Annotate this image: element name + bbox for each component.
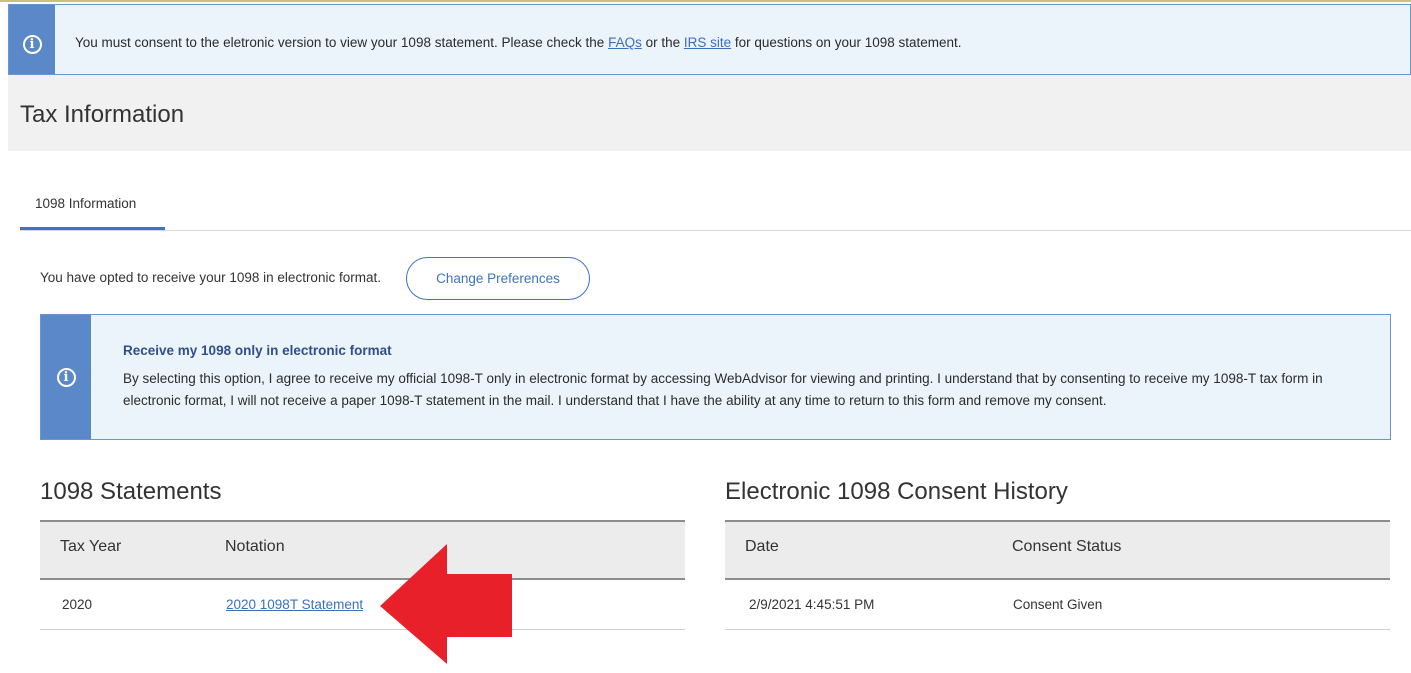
alert-message: You must consent to the eletronic versio… — [75, 35, 962, 50]
column-header-notation: Notation — [225, 538, 285, 555]
preference-status-text: You have opted to receive your 1098 in e… — [40, 270, 381, 285]
info-circle-icon: i — [22, 35, 42, 54]
statement-2020-link[interactable]: 2020 1098T Statement — [226, 597, 363, 612]
info-box-icon-bar: i — [41, 315, 91, 439]
top-border — [0, 0, 1411, 2]
consent-alert: i You must consent to the eletronic vers… — [8, 4, 1411, 75]
page-header: Tax Information — [8, 75, 1411, 151]
info-box-body: By selecting this option, I agree to rec… — [123, 371, 1323, 408]
alert-text-end: for questions on your 1098 statement. — [731, 35, 962, 50]
table-row: 2020 2020 1098T Statement — [40, 580, 685, 630]
page-title: Tax Information — [20, 101, 185, 128]
column-header-tax-year: Tax Year — [60, 538, 122, 555]
alert-text: You must consent to the eletronic versio… — [75, 35, 609, 50]
electronic-format-info-box: i Receive my 1098 only in electronic for… — [40, 314, 1391, 440]
info-circle-icon: i — [56, 367, 76, 387]
statements-table-header: Tax Year Notation — [40, 520, 685, 580]
consent-status-cell: Consent Given — [1013, 597, 1103, 612]
info-box-heading: Receive my 1098 only in electronic forma… — [123, 343, 392, 358]
tab-1098-information[interactable]: 1098 Information — [20, 186, 165, 230]
faqs-link[interactable]: FAQs — [608, 35, 642, 50]
column-header-consent-status: Consent Status — [1012, 538, 1122, 555]
alert-icon-bar: i — [9, 5, 55, 74]
consent-history-title: Electronic 1098 Consent History — [725, 478, 1068, 505]
column-header-date: Date — [745, 538, 779, 555]
notation-cell: 2020 1098T Statement — [226, 597, 363, 612]
red-left-arrow-icon — [380, 544, 512, 664]
tax-year-cell: 2020 — [62, 597, 93, 612]
irs-site-link[interactable]: IRS site — [684, 35, 731, 50]
consent-table-header: Date Consent Status — [725, 520, 1390, 580]
alert-text-middle: or the — [641, 35, 684, 50]
tab-divider — [20, 230, 1411, 231]
date-cell: 2/9/2021 4:45:51 PM — [749, 597, 875, 612]
statements-title: 1098 Statements — [40, 478, 222, 505]
table-row: 2/9/2021 4:45:51 PM Consent Given — [725, 580, 1390, 630]
change-preferences-button[interactable]: Change Preferences — [406, 257, 590, 300]
